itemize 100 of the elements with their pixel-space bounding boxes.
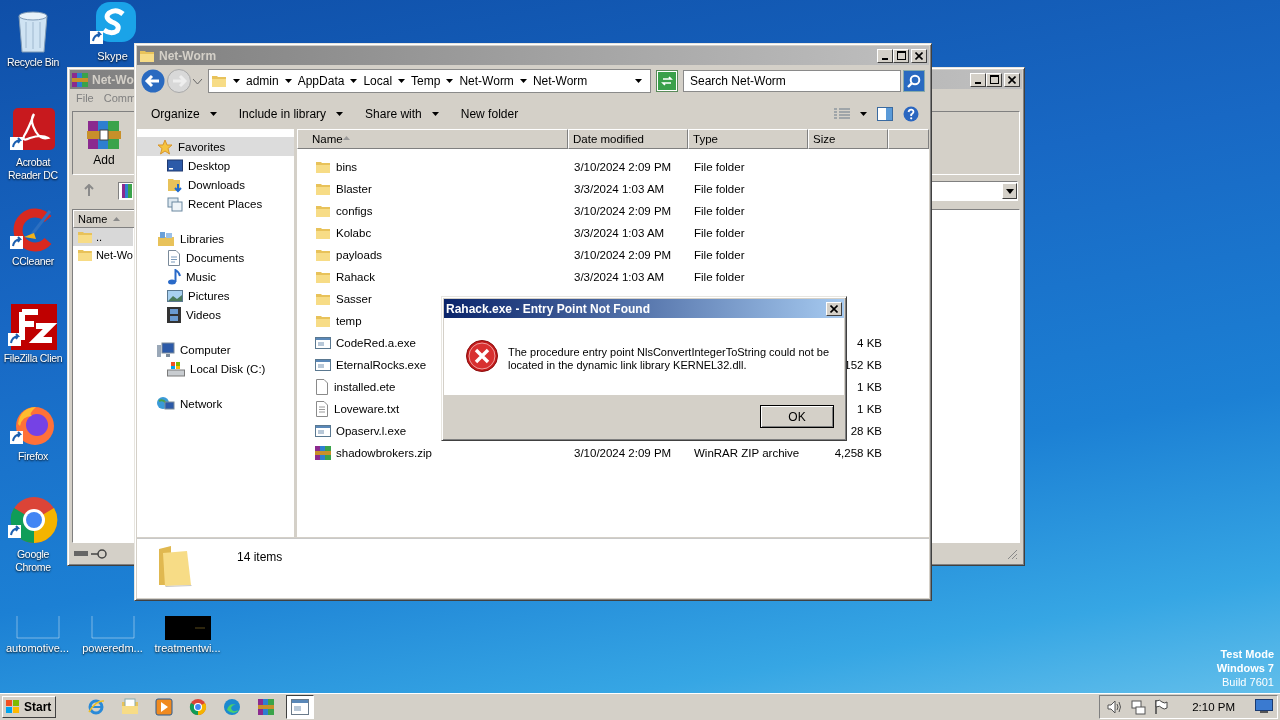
minimize-icon	[975, 81, 981, 84]
navigation-item[interactable]: Music	[137, 267, 294, 286]
flag-icon[interactable]	[1154, 699, 1169, 715]
column-header[interactable]: Name	[73, 210, 135, 228]
breadcrumb-item[interactable]: Temp	[411, 74, 441, 88]
desktop-icon-label[interactable]: Acrobat Reader DC	[0, 156, 66, 182]
desktop-icon-label[interactable]: FileZilla Clien	[3, 352, 63, 365]
program-icon	[315, 424, 331, 438]
breadcrumb-item[interactable]: AppData	[297, 74, 345, 88]
maximize-button[interactable]	[893, 48, 909, 63]
file-name[interactable]: configs	[336, 205, 373, 217]
search-button[interactable]	[903, 70, 925, 92]
file-name[interactable]: Kolabc	[336, 227, 372, 239]
start-button[interactable]: Start	[2, 696, 57, 718]
network-icon	[157, 395, 175, 412]
column-header[interactable]: Name	[297, 129, 568, 149]
navigation-item[interactable]: Videos	[137, 305, 294, 324]
column-header[interactable]: Date modified	[568, 129, 688, 149]
system-watermark-text: Windows 7	[1216, 661, 1274, 675]
path-field[interactable]	[118, 182, 133, 200]
folder-icon	[315, 270, 331, 284]
monitor-icon	[167, 158, 183, 173]
back-button[interactable]	[141, 69, 165, 93]
image-thumbnail-icon	[164, 616, 211, 640]
toolbar-button[interactable]: Organize	[145, 107, 223, 121]
column-header[interactable]: Size	[808, 129, 888, 149]
navigation-item[interactable]: Local Disk (C:)	[137, 359, 294, 378]
file-name[interactable]: Blaster	[336, 183, 372, 195]
file-name[interactable]: temp	[336, 315, 362, 327]
resize-grip-icon[interactable]	[1007, 548, 1018, 560]
date-modified: 3/3/2024 1:03 AM	[574, 183, 665, 195]
speaker-icon[interactable]	[1106, 699, 1123, 715]
breadcrumb-item[interactable]: admin	[246, 74, 279, 88]
breadcrumb-item[interactable]: Net-Worm	[459, 74, 514, 88]
toolbar-button[interactable]: Include in library	[232, 107, 350, 121]
column-header[interactable]: Type	[688, 129, 808, 149]
caret-icon[interactable]	[860, 112, 867, 116]
archive-books-icon	[87, 119, 121, 151]
windows-logo-icon	[5, 700, 21, 714]
navigation-item[interactable]: Network	[137, 394, 294, 413]
navigation-item[interactable]: Pictures	[137, 286, 294, 305]
file-name[interactable]: Sasser	[336, 293, 372, 305]
minimize-button[interactable]	[877, 48, 893, 63]
desktop-icon-label[interactable]: automotive...	[6, 642, 69, 655]
help-icon[interactable]	[903, 106, 919, 122]
file-name[interactable]: CodeRed.a.exe	[336, 337, 416, 349]
desktop-icon-label[interactable]: Google Chrome	[0, 548, 66, 574]
file-name[interactable]: Opaserv.l.exe	[336, 425, 407, 437]
add-button[interactable]: Add	[87, 119, 121, 167]
dropdown-button[interactable]	[1002, 183, 1017, 199]
breadcrumb-item[interactable]: Net-Worm	[532, 74, 588, 88]
close-button[interactable]	[1004, 72, 1020, 87]
file-name[interactable]: installed.ete	[334, 381, 396, 393]
network-icon[interactable]	[1130, 699, 1147, 715]
preview-pane-icon[interactable]	[877, 107, 893, 121]
file-type: File folder	[694, 227, 745, 239]
ok-button[interactable]: OK	[760, 405, 834, 428]
navigation-item[interactable]: Documents	[137, 248, 294, 267]
desktop-icon-label[interactable]: treatmentwi...	[154, 642, 221, 655]
desktop-icon-label[interactable]: CCleaner	[12, 255, 54, 268]
history-caret-icon[interactable]	[193, 78, 202, 84]
search-field[interactable]: Search Net-Worm	[683, 70, 901, 92]
address-bar[interactable]: admin AppData Local Temp Net-Worm Net-Worm	[208, 69, 651, 93]
maximize-button[interactable]	[986, 72, 1002, 87]
list-row[interactable]: Net-Wo	[73, 246, 133, 264]
refresh-button[interactable]	[657, 71, 677, 91]
file-name[interactable]: payloads	[336, 249, 383, 261]
desktop-icon-label[interactable]: poweredm...	[82, 642, 143, 655]
desktop-icon-label[interactable]: Recycle Bin	[6, 56, 60, 69]
file-name[interactable]: EternalRocks.exe	[336, 359, 427, 371]
file-size: 1 KB	[857, 381, 882, 393]
file-type: File folder	[694, 271, 745, 283]
clock[interactable]: 2:10 PM	[1192, 701, 1235, 713]
desktop-icon-label[interactable]: Firefox	[18, 450, 48, 463]
list-row[interactable]: ..	[73, 228, 133, 246]
winrar-icon	[72, 72, 88, 87]
navigation-item[interactable]: Computer	[137, 340, 294, 359]
date-modified: 3/10/2024 2:09 PM	[574, 447, 672, 459]
navigation-item[interactable]: Favorites	[137, 137, 294, 156]
folder-icon	[77, 248, 93, 262]
navigation-item[interactable]: Downloads	[137, 175, 294, 194]
taskbar-button[interactable]	[286, 695, 315, 719]
toolbar-button[interactable]: Share with	[359, 107, 445, 121]
drive-icon	[167, 360, 185, 377]
file-name[interactable]: Loveware.txt	[334, 403, 400, 415]
recent-places-icon	[167, 195, 183, 212]
file-name[interactable]: Rahack	[336, 271, 375, 283]
file-name[interactable]: bins	[336, 161, 358, 173]
desktop-icon-label[interactable]: Skype	[97, 50, 128, 63]
minimize-button[interactable]	[970, 72, 986, 87]
file-name[interactable]: shadowbrokers.zip	[336, 447, 432, 459]
navigation-item[interactable]: Libraries	[137, 229, 294, 248]
caret-icon	[635, 79, 642, 83]
toolbar-button[interactable]: New folder	[454, 107, 525, 121]
edge-icon	[223, 698, 242, 716]
close-button[interactable]	[911, 48, 927, 63]
breadcrumb-item[interactable]: Local	[363, 74, 393, 88]
navigation-item[interactable]: Desktop	[137, 156, 294, 175]
close-button[interactable]	[826, 301, 842, 316]
navigation-item[interactable]: Recent Places	[137, 194, 294, 213]
